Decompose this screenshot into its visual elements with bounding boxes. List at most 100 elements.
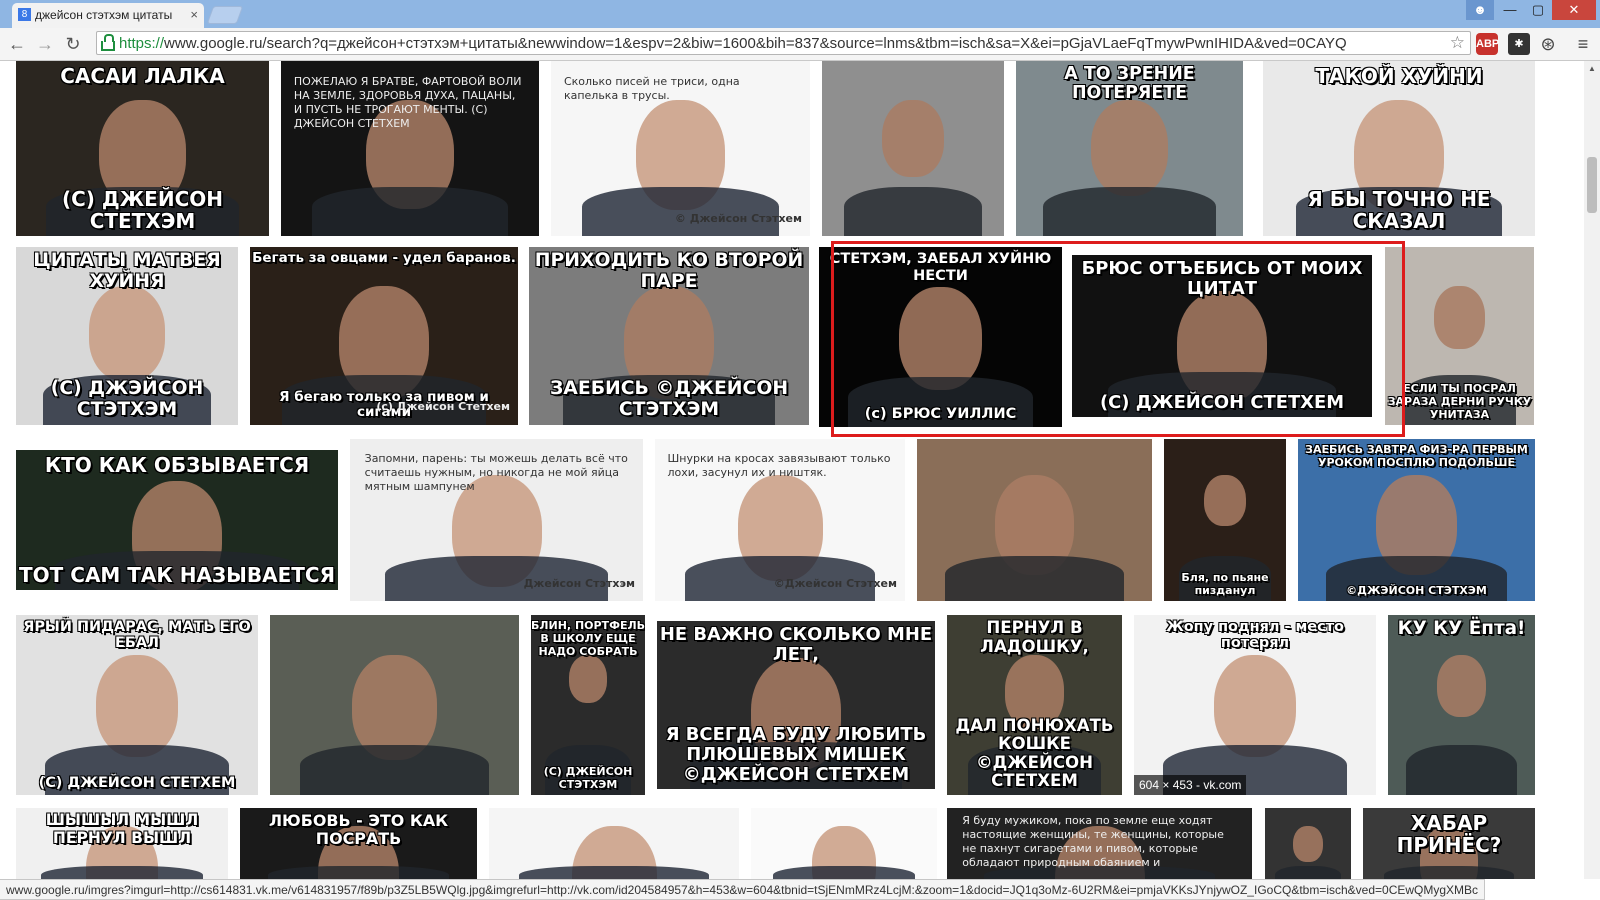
user-icon[interactable]: ☻ — [1466, 0, 1494, 20]
meme-caption-top: БРЮС ОТЪЕБИСЬ ОТ МОИХ ЦИТАТ — [1081, 258, 1363, 299]
image-result-thumbnail[interactable]: Сколько писей не триси, одна капелька в … — [551, 61, 810, 236]
suit-body-shape — [299, 744, 490, 795]
quote-text: Запомни, парень: ты можешь делать всё чт… — [364, 451, 628, 493]
tab-active[interactable]: 8 джейсон стэтхэм цитаты × — [12, 3, 204, 28]
face-portrait-icon — [1213, 654, 1297, 758]
suit-body-shape — [268, 865, 449, 879]
image-result-thumbnail[interactable]: ХАБАР ПРИНЁС? — [1363, 808, 1535, 879]
image-result-thumbnail[interactable] — [822, 61, 1004, 236]
quote-text: Шнурки на кросах завязывают только лохи,… — [667, 451, 891, 479]
meme-caption-top: СТЕТХЭМ, ЗАЕБАЛ ХУЙНЮ НЕСТИ — [829, 251, 1052, 284]
image-result-thumbnail[interactable]: Жопу поднял - место потерял 604 × 453 - v… — [1134, 615, 1376, 795]
image-result-thumbnail[interactable]: СТЕТХЭМ, ЗАЕБАЛ ХУЙНЮ НЕСТИ (с) БРЮС УИЛЛ… — [819, 247, 1062, 427]
image-result-thumbnail[interactable]: НЕ ВАЖНО СКОЛЬКО МНЕ ЛЕТ, Я ВСЕГДА БУДУ Л… — [657, 621, 935, 789]
suit-body-shape — [843, 187, 983, 236]
meme-caption-top: ЯРЫЙ ПИДАРАС, МАТЬ ЕГО ЕБАЛ — [23, 619, 251, 652]
meme-caption-top: БЛИН, ПОРТФЕЛЬ В ШКОЛУ ЕЩЕ НАДО СОБРАТЬ — [531, 619, 645, 658]
meme-caption-top: Бегать за овцами - удел баранов. — [252, 250, 516, 266]
meme-caption-bottom: Бля, по пьяне пизданул — [1181, 571, 1269, 597]
scroll-up-icon[interactable]: ▲ — [1584, 61, 1600, 77]
meme-caption-top: КУ КУ Ёпта! — [1397, 618, 1526, 639]
image-result-thumbnail[interactable]: Бегать за овцами - удел баранов. Я бегаю … — [250, 247, 518, 425]
meme-caption-top: ЗАЕБИСЬ ЗАВТРА ФИЗ-РА ПЕРВЫМ УРОКОМ ПОСП… — [1305, 443, 1528, 469]
suit-body-shape — [519, 865, 709, 879]
meme-caption-bottom: (С) ДЖЕЙСОН СТЕТХЕМ — [38, 774, 236, 791]
face-portrait-icon — [1293, 825, 1323, 863]
image-result-thumbnail[interactable]: ШЫШЫЛ МЫШЛ ПЕРНУЛ ВЫШЛ — [16, 808, 228, 879]
meme-caption-top: ЦИТАТЫ МАТВЕЯ ХУЙНЯ — [33, 250, 221, 292]
suit-body-shape — [1383, 865, 1515, 879]
status-bar-url: www.google.ru/imgres?imgurl=http://cs614… — [0, 879, 1486, 900]
image-result-thumbnail[interactable] — [1265, 808, 1351, 879]
face-portrait-icon — [95, 654, 179, 758]
image-result-thumbnail[interactable]: ПЕРНУЛ В ЛАДОШКУ, ДАЛ ПОНЮХАТЬ КОШКЕ ©ДЖЕ… — [947, 615, 1122, 795]
face-portrait-icon — [899, 286, 982, 390]
image-result-thumbnail[interactable]: ЦИТАТЫ МАТВЕЯ ХУЙНЯ (С) ДЖЭЙСОН СТЭТХЭМ — [16, 247, 238, 425]
meme-caption-top: ЛЮБОВЬ - ЭТО КАК ПОСРАТЬ — [268, 811, 449, 848]
face-portrait-icon — [1204, 474, 1246, 527]
image-result-thumbnail[interactable]: Запомни, парень: ты можешь делать всё чт… — [350, 439, 643, 601]
back-button[interactable]: ← — [6, 33, 28, 55]
image-result-thumbnail[interactable] — [270, 615, 519, 795]
image-result-thumbnail[interactable] — [489, 808, 739, 879]
suit-body-shape — [1405, 744, 1518, 795]
meme-caption-top: НЕ ВАЖНО СКОЛЬКО МНЕ ЛЕТ, — [659, 624, 933, 665]
chrome-menu-icon[interactable]: ≡ — [1572, 33, 1594, 55]
address-url: https://www.google.ru/search?q=джейсон+с… — [119, 35, 1347, 52]
meme-caption-bottom: Я ВСЕГДА БУДУ ЛЮБИТЬ ПЛЮШЕВЫХ МИШЕК ©ДЖЕ… — [665, 724, 927, 786]
face-portrait-icon — [1436, 654, 1487, 718]
image-result-thumbnail[interactable]: ПОЖЕЛАЮ Я БРАТВЕ, ФАРТОВОЙ ВОЛИ НА ЗЕМЛЕ… — [281, 61, 539, 236]
meme-caption-top: ХАБАР ПРИНЁС? — [1396, 811, 1502, 857]
page-scrollbar[interactable]: ▲ — [1584, 61, 1600, 879]
image-result-thumbnail[interactable]: САСАИ ЛАЛКА (С) ДЖЕЙСОН СТЕТХЭМ — [16, 61, 269, 236]
scrollbar-thumb[interactable] — [1587, 157, 1597, 213]
meme-caption-top: ПРИХОДИТЬ КО ВТОРОЙ ПАРЕ — [534, 250, 804, 292]
suit-body-shape — [41, 865, 203, 879]
image-result-thumbnail[interactable]: ТАКОЙ ХУЙНИ Я БЫ ТОЧНО НЕ СКАЗАЛ — [1263, 61, 1535, 236]
new-tab-button[interactable] — [206, 6, 244, 24]
close-window-button[interactable]: ✕ — [1552, 0, 1596, 20]
image-result-thumbnail[interactable]: Шнурки на кросах завязывают только лохи,… — [655, 439, 905, 601]
image-result-thumbnail[interactable]: ЯРЫЙ ПИДАРАС, МАТЬ ЕГО ЕБАЛ (С) ДЖЕЙСОН С… — [16, 615, 258, 795]
suit-body-shape — [945, 555, 1124, 601]
forward-button[interactable]: → — [34, 33, 56, 55]
meme-caption-bottom: ЕСЛИ ТЫ ПОСРАЛ ЗАРАЗА ДЕРНИ РУЧКУ УНИТАЗ… — [1387, 382, 1532, 421]
adblock-plus-icon[interactable]: ABP — [1476, 33, 1499, 55]
image-result-thumbnail[interactable]: Я буду мужиком, пока по земле еще ходят … — [947, 808, 1252, 879]
image-result-thumbnail[interactable]: ЕСЛИ ТЫ ПОСРАЛ ЗАРАЗА ДЕРНИ РУЧКУ УНИТАЗ… — [1385, 247, 1534, 425]
reload-button[interactable]: ↻ — [62, 33, 84, 55]
google-favicon-icon: 8 — [18, 8, 31, 22]
image-result-thumbnail[interactable]: ПРИХОДИТЬ КО ВТОРОЙ ПАРЕ ЗАЕБИСЬ ©ДЖЕЙСОН… — [529, 247, 809, 425]
quote-text: Сколько писей не триси, одна капелька в … — [563, 75, 740, 102]
maximize-button[interactable]: ▢ — [1524, 0, 1552, 20]
suit-body-shape — [773, 865, 915, 879]
image-result-thumbnail[interactable] — [917, 439, 1152, 601]
face-portrait-icon — [1090, 99, 1169, 196]
image-result-thumbnail[interactable]: КТО КАК ОБЗЫВАЕТСЯ ТОТ САМ ТАК НАЗЫВАЕТСЯ — [16, 450, 338, 590]
face-portrait-icon — [568, 654, 608, 704]
image-result-thumbnail[interactable]: Бля, по пьяне пизданул — [1164, 439, 1286, 601]
title-bar: 8 джейсон стэтхэм цитаты × ☻ — ▢ ✕ — [0, 0, 1600, 28]
minimize-button[interactable]: — — [1496, 0, 1524, 20]
image-result-thumbnail[interactable]: ЗАЕБИСЬ ЗАВТРА ФИЗ-РА ПЕРВЫМ УРОКОМ ПОСП… — [1298, 439, 1535, 601]
quote-attribution: (с) Джейсон Стетхем — [376, 400, 510, 414]
image-result-thumbnail[interactable]: КУ КУ Ёпта! — [1388, 615, 1535, 795]
bookmark-star-icon[interactable]: ☆ — [1450, 33, 1465, 53]
quote-attribution: Джейсон Стэтхэм — [523, 577, 635, 591]
meme-caption-bottom: ТОТ САМ ТАК НАЗЫВАЕТСЯ — [19, 563, 335, 587]
meme-caption-top: Жопу поднял - место потерял — [1166, 619, 1344, 652]
meme-caption-top: ТАКОЙ ХУЙНИ — [1315, 64, 1483, 88]
globe-extension-icon[interactable]: ⊛ — [1537, 33, 1559, 55]
tab-close-icon[interactable]: × — [190, 7, 198, 22]
image-result-thumbnail[interactable]: А ТО ЗРЕНИЕ ПОТЕРЯЕТЕ — [1016, 61, 1243, 236]
image-result-thumbnail[interactable]: ЛЮБОВЬ - ЭТО КАК ПОСРАТЬ — [240, 808, 477, 879]
meme-caption-bottom: (С) ДЖЕЙСОН СТЕТХЕМ — [1099, 392, 1345, 414]
extension-icon[interactable]: ✱ — [1508, 33, 1530, 55]
meme-caption-top: ПЕРНУЛ В ЛАДОШКУ, — [980, 618, 1089, 656]
address-bar[interactable]: https://www.google.ru/search?q=джейсон+с… — [96, 31, 1471, 55]
image-result-thumbnail[interactable] — [751, 808, 937, 879]
meme-caption-top: ШЫШЫЛ МЫШЛ ПЕРНУЛ ВЫШЛ — [45, 811, 199, 847]
image-result-thumbnail[interactable]: БРЮС ОТЪЕБИСЬ ОТ МОИХ ЦИТАТ (С) ДЖЕЙСОН С… — [1072, 255, 1372, 417]
image-results-grid: САСАИ ЛАЛКА (С) ДЖЕЙСОН СТЕТХЭМ ПОЖЕЛАЮ Я … — [0, 61, 1584, 879]
image-result-thumbnail[interactable]: БЛИН, ПОРТФЕЛЬ В ШКОЛУ ЕЩЕ НАДО СОБРАТЬ (… — [531, 615, 645, 795]
